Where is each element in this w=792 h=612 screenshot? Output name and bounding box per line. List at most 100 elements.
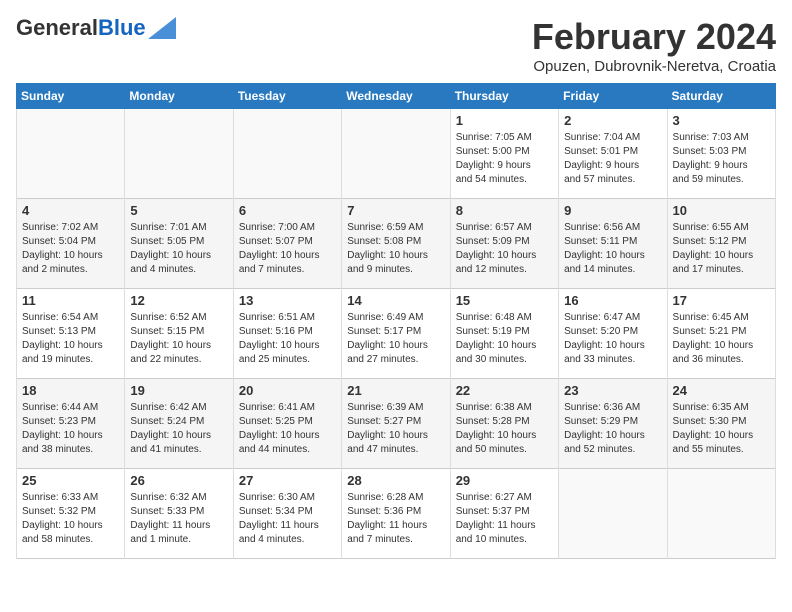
- logo-icon: [148, 17, 176, 39]
- day-number: 5: [130, 203, 227, 218]
- calendar-cell: 17 Sunrise: 6:45 AM Sunset: 5:21 PM Dayli…: [667, 289, 775, 379]
- calendar-cell: [559, 469, 667, 559]
- day-number: 6: [239, 203, 336, 218]
- day-info: Sunrise: 6:35 AM Sunset: 5:30 PM Dayligh…: [673, 401, 770, 457]
- day-info: Sunrise: 6:41 AM Sunset: 5:25 PM Dayligh…: [239, 401, 336, 457]
- calendar-cell: 7 Sunrise: 6:59 AM Sunset: 5:08 PM Daylig…: [342, 199, 450, 289]
- day-header-saturday: Saturday: [667, 84, 775, 109]
- title-block: February 2024 Opuzen, Dubrovnik-Neretva,…: [532, 16, 776, 75]
- day-header-friday: Friday: [559, 84, 667, 109]
- day-number: 20: [239, 383, 336, 398]
- calendar-cell: 6 Sunrise: 7:00 AM Sunset: 5:07 PM Daylig…: [233, 199, 341, 289]
- calendar-cell: 21 Sunrise: 6:39 AM Sunset: 5:27 PM Dayli…: [342, 379, 450, 469]
- day-info: Sunrise: 7:00 AM Sunset: 5:07 PM Dayligh…: [239, 221, 336, 277]
- day-number: 14: [347, 293, 444, 308]
- day-number: 25: [22, 473, 119, 488]
- calendar-cell: 22 Sunrise: 6:38 AM Sunset: 5:28 PM Dayli…: [450, 379, 558, 469]
- day-number: 2: [564, 113, 661, 128]
- day-number: 11: [22, 293, 119, 308]
- day-info: Sunrise: 6:27 AM Sunset: 5:37 PM Dayligh…: [456, 491, 553, 547]
- calendar-cell: 15 Sunrise: 6:48 AM Sunset: 5:19 PM Dayli…: [450, 289, 558, 379]
- day-number: 19: [130, 383, 227, 398]
- calendar-cell: 9 Sunrise: 6:56 AM Sunset: 5:11 PM Daylig…: [559, 199, 667, 289]
- day-info: Sunrise: 6:48 AM Sunset: 5:19 PM Dayligh…: [456, 311, 553, 367]
- calendar-cell: 1 Sunrise: 7:05 AM Sunset: 5:00 PM Daylig…: [450, 109, 558, 199]
- logo-general: General: [16, 15, 98, 40]
- day-number: 15: [456, 293, 553, 308]
- day-number: 28: [347, 473, 444, 488]
- calendar-table: SundayMondayTuesdayWednesdayThursdayFrid…: [16, 83, 776, 559]
- calendar-cell: [342, 109, 450, 199]
- day-info: Sunrise: 6:52 AM Sunset: 5:15 PM Dayligh…: [130, 311, 227, 367]
- day-info: Sunrise: 7:02 AM Sunset: 5:04 PM Dayligh…: [22, 221, 119, 277]
- day-info: Sunrise: 6:55 AM Sunset: 5:12 PM Dayligh…: [673, 221, 770, 277]
- logo: GeneralBlue: [16, 16, 176, 40]
- calendar-cell: 20 Sunrise: 6:41 AM Sunset: 5:25 PM Dayli…: [233, 379, 341, 469]
- calendar-cell: 23 Sunrise: 6:36 AM Sunset: 5:29 PM Dayli…: [559, 379, 667, 469]
- day-info: Sunrise: 6:33 AM Sunset: 5:32 PM Dayligh…: [22, 491, 119, 547]
- logo-blue: Blue: [98, 15, 146, 40]
- day-number: 23: [564, 383, 661, 398]
- month-title: February 2024: [532, 16, 776, 58]
- day-info: Sunrise: 6:47 AM Sunset: 5:20 PM Dayligh…: [564, 311, 661, 367]
- calendar-cell: 2 Sunrise: 7:04 AM Sunset: 5:01 PM Daylig…: [559, 109, 667, 199]
- day-number: 12: [130, 293, 227, 308]
- day-info: Sunrise: 6:54 AM Sunset: 5:13 PM Dayligh…: [22, 311, 119, 367]
- day-header-thursday: Thursday: [450, 84, 558, 109]
- day-header-tuesday: Tuesday: [233, 84, 341, 109]
- day-info: Sunrise: 7:01 AM Sunset: 5:05 PM Dayligh…: [130, 221, 227, 277]
- day-number: 9: [564, 203, 661, 218]
- day-info: Sunrise: 6:38 AM Sunset: 5:28 PM Dayligh…: [456, 401, 553, 457]
- day-number: 10: [673, 203, 770, 218]
- day-number: 1: [456, 113, 553, 128]
- day-header-wednesday: Wednesday: [342, 84, 450, 109]
- calendar-cell: [667, 469, 775, 559]
- calendar-cell: 12 Sunrise: 6:52 AM Sunset: 5:15 PM Dayli…: [125, 289, 233, 379]
- calendar-cell: 24 Sunrise: 6:35 AM Sunset: 5:30 PM Dayli…: [667, 379, 775, 469]
- day-number: 24: [673, 383, 770, 398]
- day-info: Sunrise: 6:45 AM Sunset: 5:21 PM Dayligh…: [673, 311, 770, 367]
- calendar-cell: 26 Sunrise: 6:32 AM Sunset: 5:33 PM Dayli…: [125, 469, 233, 559]
- day-number: 8: [456, 203, 553, 218]
- calendar-cell: 19 Sunrise: 6:42 AM Sunset: 5:24 PM Dayli…: [125, 379, 233, 469]
- day-header-monday: Monday: [125, 84, 233, 109]
- calendar-cell: [125, 109, 233, 199]
- calendar-week-row: 25 Sunrise: 6:33 AM Sunset: 5:32 PM Dayli…: [17, 469, 776, 559]
- day-info: Sunrise: 7:03 AM Sunset: 5:03 PM Dayligh…: [673, 131, 770, 187]
- calendar-cell: 3 Sunrise: 7:03 AM Sunset: 5:03 PM Daylig…: [667, 109, 775, 199]
- calendar-cell: 18Sunrise: 6:44 AM Sunset: 5:23 PM Dayli…: [17, 379, 125, 469]
- calendar-cell: 5 Sunrise: 7:01 AM Sunset: 5:05 PM Daylig…: [125, 199, 233, 289]
- day-number: 17: [673, 293, 770, 308]
- day-info: Sunrise: 7:04 AM Sunset: 5:01 PM Dayligh…: [564, 131, 661, 187]
- day-number: 22: [456, 383, 553, 398]
- calendar-week-row: 11 Sunrise: 6:54 AM Sunset: 5:13 PM Dayli…: [17, 289, 776, 379]
- calendar-cell: 25 Sunrise: 6:33 AM Sunset: 5:32 PM Dayli…: [17, 469, 125, 559]
- day-info: Sunrise: 6:56 AM Sunset: 5:11 PM Dayligh…: [564, 221, 661, 277]
- calendar-cell: 13Sunrise: 6:51 AM Sunset: 5:16 PM Dayli…: [233, 289, 341, 379]
- calendar-cell: 29 Sunrise: 6:27 AM Sunset: 5:37 PM Dayli…: [450, 469, 558, 559]
- day-number: 13: [239, 293, 336, 308]
- calendar-cell: 10 Sunrise: 6:55 AM Sunset: 5:12 PM Dayli…: [667, 199, 775, 289]
- calendar-cell: 16Sunrise: 6:47 AM Sunset: 5:20 PM Dayli…: [559, 289, 667, 379]
- subtitle: Opuzen, Dubrovnik-Neretva, Croatia: [532, 58, 776, 75]
- day-info: Sunrise: 6:32 AM Sunset: 5:33 PM Dayligh…: [130, 491, 227, 547]
- day-info: Sunrise: 6:36 AM Sunset: 5:29 PM Dayligh…: [564, 401, 661, 457]
- day-number: 21: [347, 383, 444, 398]
- day-header-sunday: Sunday: [17, 84, 125, 109]
- day-info: Sunrise: 6:49 AM Sunset: 5:17 PM Dayligh…: [347, 311, 444, 367]
- day-number: 26: [130, 473, 227, 488]
- day-number: 29: [456, 473, 553, 488]
- day-info: Sunrise: 6:42 AM Sunset: 5:24 PM Dayligh…: [130, 401, 227, 457]
- day-number: 3: [673, 113, 770, 128]
- calendar-cell: 8Sunrise: 6:57 AM Sunset: 5:09 PM Daylig…: [450, 199, 558, 289]
- day-info: Sunrise: 6:59 AM Sunset: 5:08 PM Dayligh…: [347, 221, 444, 277]
- day-number: 27: [239, 473, 336, 488]
- calendar-cell: [17, 109, 125, 199]
- day-info: Sunrise: 7:05 AM Sunset: 5:00 PM Dayligh…: [456, 131, 553, 187]
- calendar-cell: 27Sunrise: 6:30 AM Sunset: 5:34 PM Dayli…: [233, 469, 341, 559]
- day-info: Sunrise: 6:28 AM Sunset: 5:36 PM Dayligh…: [347, 491, 444, 547]
- day-info: Sunrise: 6:39 AM Sunset: 5:27 PM Dayligh…: [347, 401, 444, 457]
- day-number: 18: [22, 383, 119, 398]
- calendar-cell: 28 Sunrise: 6:28 AM Sunset: 5:36 PM Dayli…: [342, 469, 450, 559]
- day-number: 7: [347, 203, 444, 218]
